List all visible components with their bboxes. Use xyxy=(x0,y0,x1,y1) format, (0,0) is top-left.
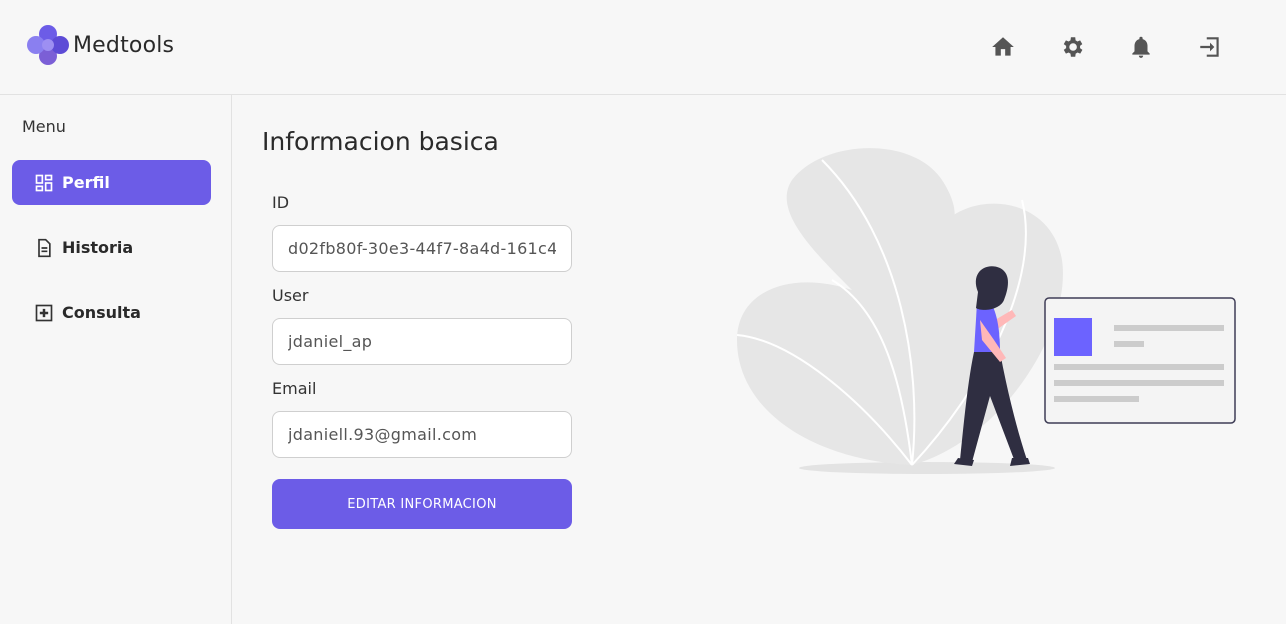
sidebar-item-label: Consulta xyxy=(62,303,141,322)
user-field[interactable] xyxy=(272,318,572,365)
home-icon[interactable] xyxy=(990,34,1016,60)
sidebar-item-label: Perfil xyxy=(62,173,110,192)
sidebar-item-consulta[interactable]: Consulta xyxy=(12,290,211,335)
sidebar-item-historia[interactable]: Historia xyxy=(12,225,211,270)
sidebar-item-perfil[interactable]: Perfil xyxy=(12,160,211,205)
email-field[interactable] xyxy=(272,411,572,458)
dashboard-icon xyxy=(35,174,53,191)
user-label: User xyxy=(272,286,309,305)
top-header: Medtools xyxy=(0,0,1286,95)
id-field[interactable] xyxy=(272,225,572,272)
settings-icon[interactable] xyxy=(1059,34,1085,60)
id-label: ID xyxy=(272,193,290,212)
profile-illustration xyxy=(736,148,1236,474)
brand-name: Medtools xyxy=(73,32,175,58)
edit-info-button[interactable]: EDITAR INFORMACION xyxy=(272,479,572,529)
logo-icon xyxy=(27,25,69,65)
brand[interactable]: Medtools xyxy=(25,23,174,67)
plus-box-icon xyxy=(35,304,53,321)
logout-icon[interactable] xyxy=(1197,34,1223,60)
email-label: Email xyxy=(272,379,317,398)
document-icon xyxy=(38,238,51,257)
menu-title: Menu xyxy=(22,117,66,136)
page-title: Informacion basica xyxy=(262,127,499,156)
sidebar: Menu Perfil Historia Consulta xyxy=(0,95,232,624)
sidebar-item-label: Historia xyxy=(62,238,134,257)
notifications-icon[interactable] xyxy=(1128,34,1154,60)
